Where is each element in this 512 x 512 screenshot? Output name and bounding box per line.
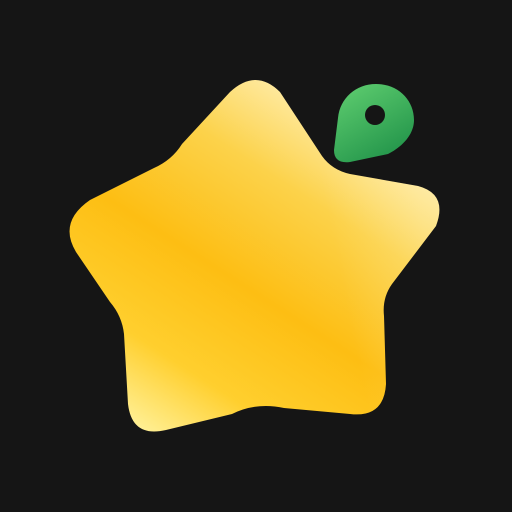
- app-icon-graphic: [0, 0, 512, 512]
- pin-hole: [365, 105, 385, 125]
- app-icon: [0, 0, 512, 512]
